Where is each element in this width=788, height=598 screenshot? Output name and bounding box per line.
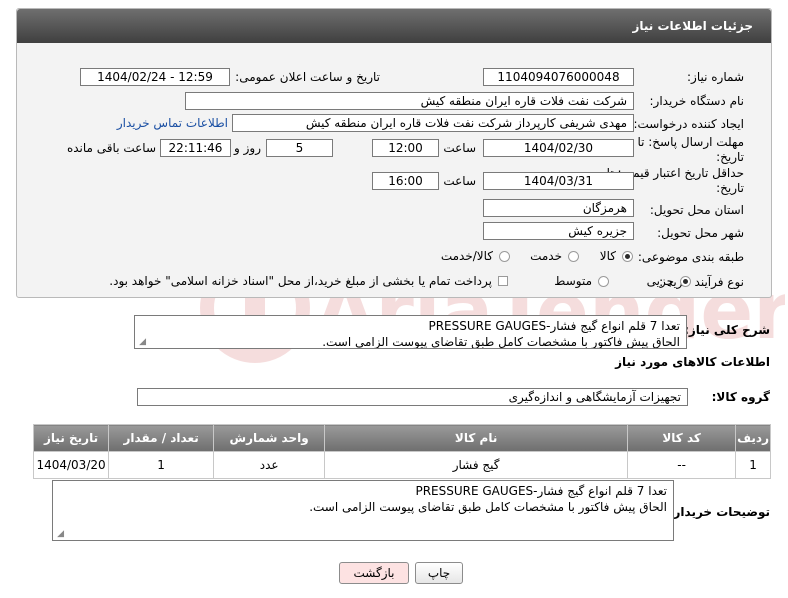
col-name-header: نام کالا: [324, 424, 629, 452]
buyer-notes-line-2: الحاق پیش فاکتور با مشخصات کامل طبق تقاض…: [309, 500, 667, 514]
goods-group-label: گروه کالا:: [711, 390, 770, 404]
goods-section-title: اطلاعات کالاهای مورد نیاز: [615, 355, 770, 369]
need-number-field: 1104094076000048: [483, 68, 634, 86]
time-remaining-label: ساعت باقی مانده: [66, 141, 156, 155]
process-medium-label: متوسط: [554, 274, 592, 288]
col-row-header: ردیف: [735, 424, 771, 452]
resize-grip-icon[interactable]: ◢: [56, 530, 64, 539]
buyer-label: نام دستگاه خریدار:: [649, 94, 745, 108]
col-unit-header: واحد شمارش: [213, 424, 326, 452]
treasury-payment-note: پرداخت تمام یا بخشی از مبلغ خرید،از محل …: [109, 274, 492, 288]
category-goods-radio[interactable]: [622, 251, 633, 262]
col-qty-header: تعداد / مقدار: [108, 424, 215, 452]
category-goods-service-radio[interactable]: [499, 251, 510, 262]
category-service-radio[interactable]: [568, 251, 579, 262]
summary-textarea[interactable]: تعدا 7 قلم انواع گیج فشار-PRESSURE GAUGE…: [134, 315, 687, 349]
requester-label: ایجاد کننده درخواست:: [633, 117, 744, 131]
summary-line-1: تعدا 7 قلم انواع گیج فشار-PRESSURE GAUGE…: [428, 319, 680, 333]
need-number-label: شماره نیاز:: [687, 70, 744, 84]
goods-table-header: ردیف کد کالا نام کالا واحد شمارش تعداد /…: [32, 424, 771, 452]
days-remaining-field: 5: [266, 139, 333, 157]
summary-label: شرح کلی نیاز:: [684, 323, 770, 337]
category-service-label: خدمت: [530, 249, 562, 263]
category-label: طبقه بندی موضوعی:: [637, 250, 744, 264]
buyer-notes-label: توضیحات خریدار:: [668, 505, 770, 519]
goods-table: ردیف کد کالا نام کالا واحد شمارش تعداد /…: [32, 424, 771, 479]
deadline-date-field: 1404/02/30: [483, 139, 634, 157]
deadline-time-label: ساعت: [443, 141, 476, 155]
buyer-notes-line-1: تعدا 7 قلم انواع گیج فشار-PRESSURE GAUGE…: [415, 484, 667, 498]
col-date-header: تاریخ نیاز: [32, 424, 110, 452]
deadline-time-field: 12:00: [372, 139, 439, 157]
category-goods-label: کالا: [599, 249, 616, 263]
deadline-label: مهلت ارسال پاسخ: تا تاریخ:: [637, 135, 744, 164]
cell-unit: عدد: [213, 451, 326, 479]
requester-field: مهدی شریفی کارپرداز شرکت نفت فلات قاره ا…: [232, 114, 634, 132]
announce-field: 1404/02/24 - 12:59: [80, 68, 230, 86]
cell-qty: 1: [108, 451, 215, 479]
resize-grip-icon[interactable]: ◢: [138, 338, 146, 347]
cell-row: 1: [735, 451, 771, 479]
print-button[interactable]: چاپ: [415, 562, 463, 584]
category-goods-service-label: کالا/خدمت: [440, 249, 493, 263]
goods-group-field: تجهیزات آزمایشگاهی و اندازه‌گیری: [137, 388, 688, 406]
table-row: 1 -- گیج فشار عدد 1 1404/03/20: [32, 451, 771, 479]
price-validity-date-field: 1404/03/31: [483, 172, 634, 190]
cell-name: گیج فشار: [324, 451, 629, 479]
city-label: شهر محل تحویل:: [657, 226, 744, 240]
announce-label: تاریخ و ساعت اعلان عمومی:: [235, 70, 380, 84]
cell-date: 1404/03/20: [32, 451, 110, 479]
col-code-header: کد کالا: [627, 424, 737, 452]
time-remaining-field: 22:11:46: [160, 139, 231, 157]
price-validity-time-field: 16:00: [372, 172, 439, 190]
cell-code: --: [627, 451, 737, 479]
back-button[interactable]: بازگشت: [339, 562, 409, 584]
summary-line-2: الحاق پیش فاکتور با مشخصات کامل طبق تقاض…: [322, 335, 680, 349]
process-minor-radio[interactable]: [680, 276, 691, 287]
process-minor-label: جزیی: [646, 274, 674, 288]
province-field: هرمزگان: [483, 199, 634, 217]
days-label: روز و: [234, 141, 261, 155]
buyer-notes-textarea[interactable]: تعدا 7 قلم انواع گیج فشار-PRESSURE GAUGE…: [52, 480, 674, 541]
buyer-contact-link[interactable]: اطلاعات تماس خریدار: [117, 116, 228, 130]
treasury-payment-checkbox[interactable]: [498, 276, 508, 286]
buyer-field: شرکت نفت فلات قاره ایران منطقه کیش: [185, 92, 634, 110]
price-validity-time-label: ساعت: [443, 174, 476, 188]
province-label: استان محل تحویل:: [649, 203, 744, 217]
process-medium-radio[interactable]: [598, 276, 609, 287]
city-field: جزیره کیش: [483, 222, 634, 240]
panel-title: جزئیات اطلاعات نیاز: [17, 9, 771, 43]
